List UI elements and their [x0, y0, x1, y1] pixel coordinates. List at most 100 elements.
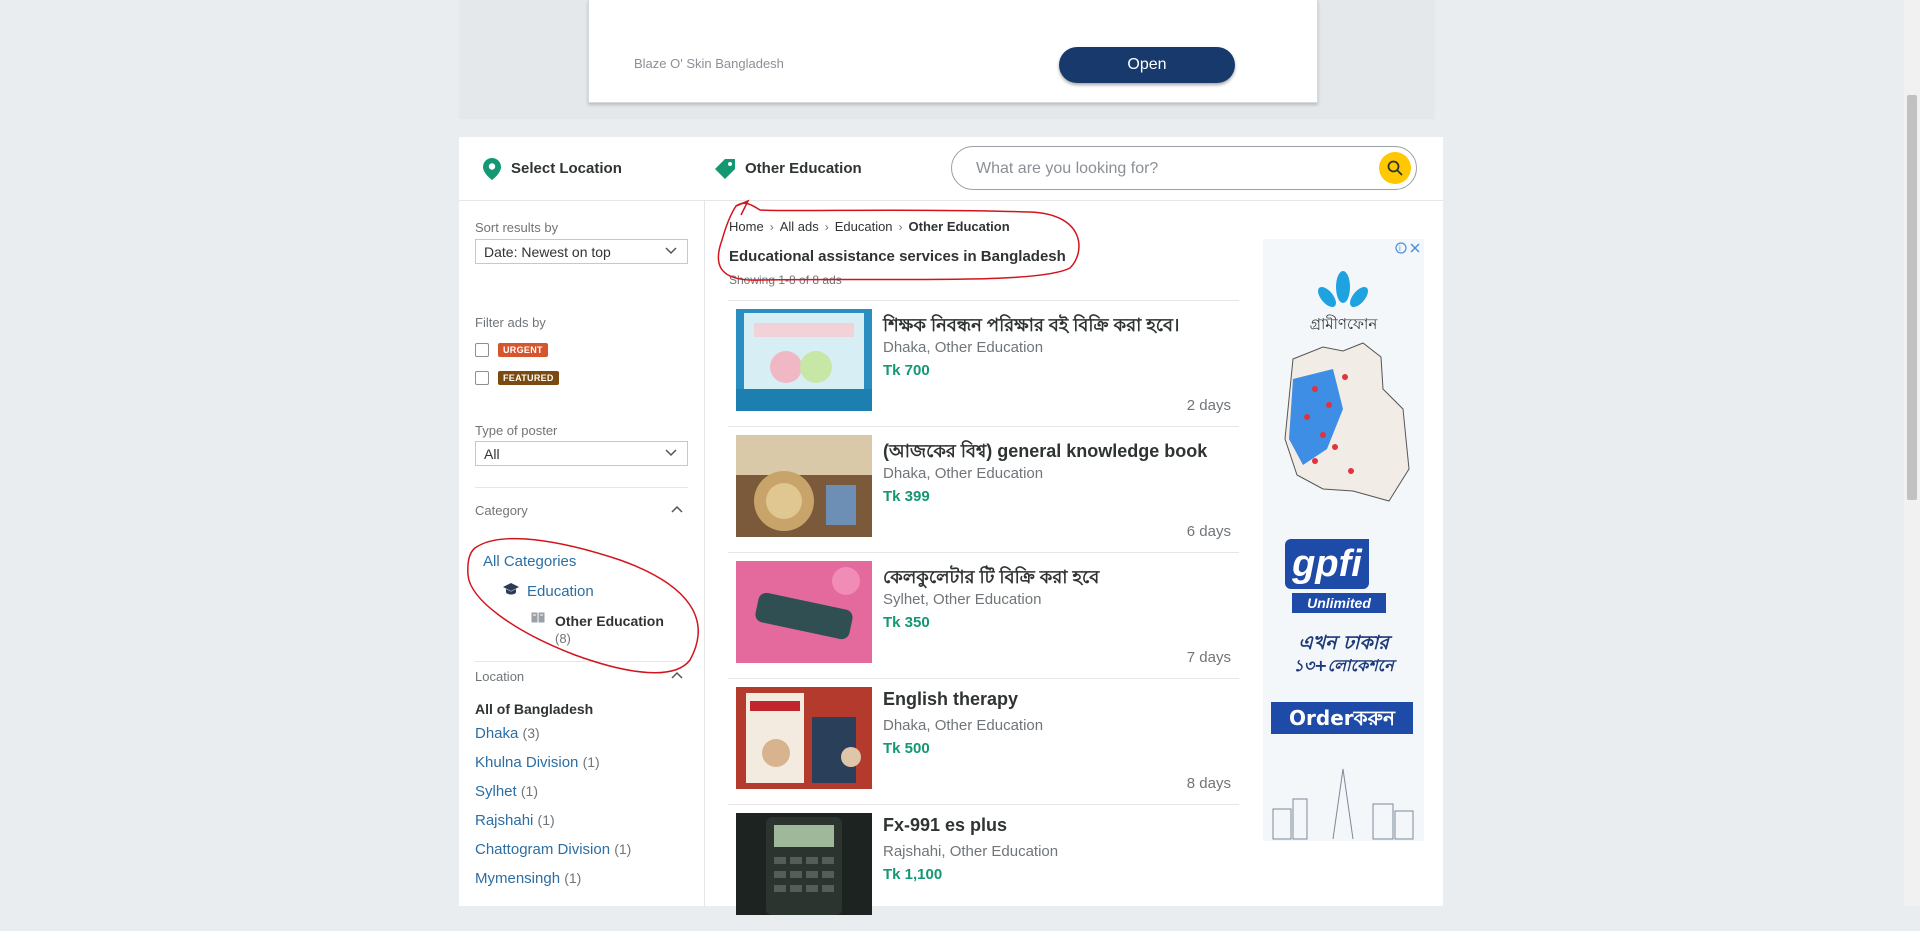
chevron-right-icon: ›	[898, 219, 903, 234]
scrollbar-thumb[interactable]	[1907, 95, 1917, 500]
listing-location: Rajshahi, Other Education	[883, 843, 1059, 860]
divider	[475, 661, 688, 662]
location-link[interactable]: Mymensingh	[475, 870, 560, 887]
all-categories-link[interactable]: All Categories	[483, 553, 576, 570]
listing-thumbnail[interactable]	[736, 813, 872, 915]
graduation-cap-icon	[503, 583, 519, 595]
listing-title[interactable]: শিক্ষক নিবন্ধন পরিক্ষার বই বিক্রি করা হব…	[883, 311, 1179, 342]
location-item[interactable]: Sylhet (1)	[475, 783, 538, 800]
listing-title[interactable]: (আজকের বিশ্ব) general knowledge book	[883, 437, 1207, 468]
sort-select[interactable]: Date: Newest on top	[475, 239, 688, 264]
scrollbar-track[interactable]	[1904, 0, 1920, 906]
chevron-down-icon	[665, 247, 677, 255]
listing-location: Dhaka, Other Education	[883, 339, 1044, 356]
ad-advertiser: Blaze O' Skin Bangladesh	[634, 56, 784, 71]
location-link[interactable]: Sylhet	[475, 783, 517, 800]
listing-thumbnail[interactable]	[736, 435, 872, 537]
listing-thumbnail[interactable]	[736, 687, 872, 789]
filter-label: Filter ads by	[475, 315, 546, 330]
listing-age: 8 days	[1186, 775, 1231, 792]
listing-age: 2 days	[1186, 397, 1231, 414]
location-count: (1)	[614, 841, 632, 857]
search-icon	[1387, 160, 1403, 176]
search-box	[951, 146, 1417, 191]
listing-thumbnail[interactable]	[736, 309, 872, 411]
location-link[interactable]: Dhaka	[475, 725, 518, 742]
other-education-count: (8)	[555, 631, 571, 646]
breadcrumb-education[interactable]: Education	[835, 219, 893, 234]
listing-title[interactable]: কেলকুলেটার টি বিক্রি করা হবে	[883, 563, 1099, 594]
top-banner-ad[interactable]: Blaze O' Skin Bangladesh Open	[588, 0, 1318, 103]
ad-order-button[interactable]: Orderকরুন	[1271, 702, 1413, 734]
search-input[interactable]	[974, 147, 1358, 191]
search-button[interactable]	[1379, 152, 1411, 184]
listing-item[interactable]: English therapy Dhaka, Other Education T…	[728, 678, 1239, 805]
urgent-badge: URGENT	[498, 343, 548, 357]
svg-text:i: i	[1399, 244, 1401, 253]
listing-age: 6 days	[1186, 523, 1231, 540]
main-card: Select Location Other Education Sort res…	[459, 137, 1443, 915]
location-count: (3)	[522, 725, 540, 741]
page-title: Educational assistance services in Bangl…	[729, 248, 1066, 265]
listing-item[interactable]: Fx-991 es plus Rajshahi, Other Education…	[728, 804, 1239, 931]
location-section-label: Location	[475, 669, 525, 684]
location-item[interactable]: Chattogram Division (1)	[475, 841, 631, 858]
urgent-checkbox[interactable]	[475, 343, 489, 357]
location-count: (1)	[582, 754, 600, 770]
location-item[interactable]: Rajshahi (1)	[475, 812, 555, 829]
location-link[interactable]: Chattogram Division	[475, 841, 610, 858]
listing-title[interactable]: English therapy	[883, 689, 1018, 710]
ad-tagline: Unlimited	[1292, 593, 1386, 613]
location-link[interactable]: Khulna Division	[475, 754, 578, 771]
breadcrumb-all-ads[interactable]: All ads	[780, 219, 819, 234]
listing-item[interactable]: কেলকুলেটার টি বিক্রি করা হবে Sylhet, Oth…	[728, 552, 1239, 679]
location-item[interactable]: Khulna Division (1)	[475, 754, 600, 771]
other-education-current: Other Education	[555, 613, 664, 629]
location-label: Select Location	[511, 160, 622, 177]
listing-price: Tk 399	[883, 488, 930, 505]
ad-line-2: ১৩+লোকেশনে	[1293, 656, 1394, 675]
sort-value: Date: Newest on top	[484, 244, 611, 260]
poster-type-select[interactable]: All	[475, 441, 688, 466]
chevron-right-icon: ›	[824, 219, 829, 234]
education-link[interactable]: Education	[527, 583, 594, 600]
listing-item[interactable]: শিক্ষক নিবন্ধন পরিক্ষার বই বিক্রি করা হব…	[728, 300, 1239, 427]
breadcrumb-current: Other Education	[908, 219, 1010, 234]
breadcrumb: Home › All ads › Education › Other Educa…	[729, 219, 1010, 234]
sort-label: Sort results by	[475, 220, 559, 235]
select-location-button[interactable]: Select Location	[483, 137, 622, 200]
listing-item[interactable]: (আজকের বিশ্ব) general knowledge book Dha…	[728, 426, 1239, 553]
divider	[475, 487, 688, 488]
listing-age: 7 days	[1186, 649, 1231, 666]
location-link[interactable]: Rajshahi	[475, 812, 533, 829]
featured-checkbox[interactable]	[475, 371, 489, 385]
sidebar: Sort results by Date: Newest on top Filt…	[459, 201, 705, 906]
chevron-up-icon[interactable]	[671, 505, 683, 513]
select-category-button[interactable]: Other Education	[715, 137, 862, 200]
listing-location: Dhaka, Other Education	[883, 465, 1044, 482]
filter-bar: Select Location Other Education	[459, 137, 1443, 201]
location-item[interactable]: Mymensingh (1)	[475, 870, 581, 887]
ad-brand: গ্রামীণফোন	[1309, 315, 1378, 333]
listing-location: Dhaka, Other Education	[883, 717, 1044, 734]
category-section-label: Category	[475, 503, 528, 518]
location-count: (1)	[564, 870, 582, 886]
tag-icon	[715, 158, 735, 179]
location-count: (1)	[520, 783, 538, 799]
poster-type-value: All	[484, 446, 500, 462]
side-banner-ad[interactable]: i গ্রামীণফোন gpfi Unlimited এখন ঢাকার ১৩…	[1263, 239, 1424, 841]
listing-location: Sylhet, Other Education	[883, 591, 1042, 608]
location-item[interactable]: Dhaka (3)	[475, 725, 540, 742]
listing-price: Tk 350	[883, 614, 930, 631]
ad-logo: gpfi	[1285, 539, 1369, 589]
listing-thumbnail[interactable]	[736, 561, 872, 663]
listing-price: Tk 1,100	[883, 866, 943, 883]
listing-title[interactable]: Fx-991 es plus	[883, 815, 1007, 836]
featured-filter[interactable]: FEATURED	[475, 371, 559, 385]
chevron-up-icon[interactable]	[671, 671, 683, 679]
urgent-filter[interactable]: URGENT	[475, 343, 548, 357]
ad-open-button[interactable]: Open	[1059, 47, 1235, 83]
listing-price: Tk 500	[883, 740, 930, 757]
location-count: (1)	[537, 812, 555, 828]
breadcrumb-home[interactable]: Home	[729, 219, 764, 234]
